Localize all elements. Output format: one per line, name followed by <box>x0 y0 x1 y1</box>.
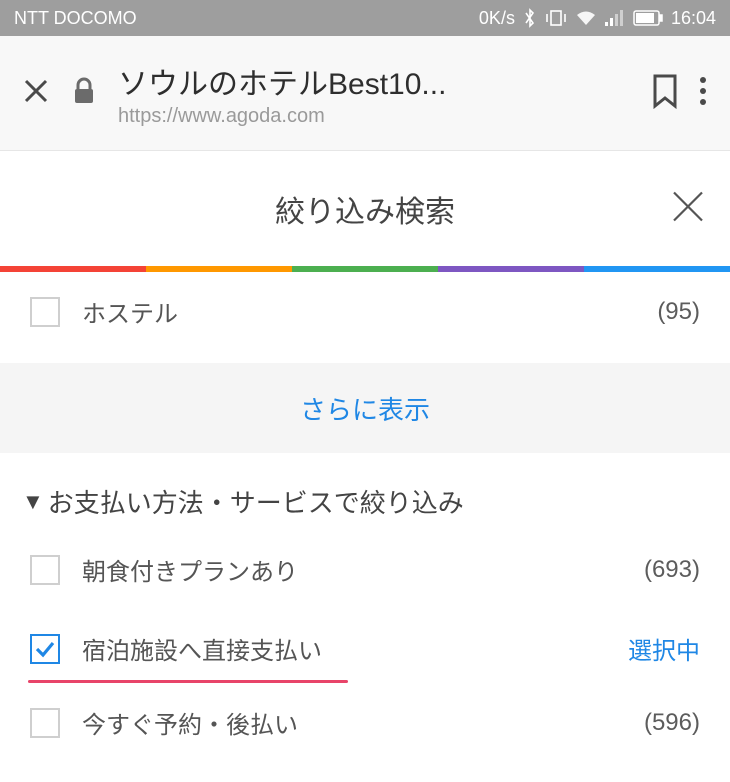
close-filter-button[interactable] <box>668 186 708 231</box>
rainbow-segment <box>584 266 730 272</box>
filter-label: 今すぐ予約・後払い <box>82 705 622 740</box>
android-status-bar: NTT DOCOMO 0K/s <box>0 0 730 36</box>
close-tab-button[interactable] <box>22 77 50 110</box>
filter-title: 絞り込み検索 <box>275 187 455 231</box>
page-title-text: ソウルのホテルBest10... <box>118 59 628 103</box>
rainbow-divider <box>0 266 730 272</box>
rainbow-segment <box>0 266 146 272</box>
filter-count: (596) <box>644 709 700 737</box>
filter-count: (95) <box>657 298 700 326</box>
rainbow-segment <box>292 266 438 272</box>
rainbow-segment <box>146 266 292 272</box>
filter-label: 宿泊施設へ直接支払い <box>82 631 606 666</box>
rainbow-segment <box>438 266 584 272</box>
checkbox-unchecked[interactable] <box>30 555 60 585</box>
selected-badge: 選択中 <box>628 631 700 666</box>
filter-label: ホステル <box>82 294 635 329</box>
filter-header: 絞り込み検索 <box>0 151 730 266</box>
checkbox-unchecked[interactable] <box>30 297 60 327</box>
section-header-payment[interactable]: ▼ お支払い方法・サービスで絞り込み <box>0 453 730 530</box>
bookmark-button[interactable] <box>650 73 680 114</box>
data-speed: 0K/s <box>479 8 515 29</box>
checkbox-unchecked[interactable] <box>30 708 60 738</box>
checkbox-checked[interactable] <box>30 634 60 664</box>
battery-icon <box>633 10 663 26</box>
filter-label: 朝食付きプランあり <box>82 552 622 587</box>
menu-button[interactable] <box>698 73 708 114</box>
page-url-text: https://www.agoda.com <box>118 105 628 128</box>
browser-toolbar: ソウルのホテルBest10... https://www.agoda.com <box>0 36 730 151</box>
show-more-button[interactable]: さらに表示 <box>0 363 730 453</box>
filter-item-hostel[interactable]: ホステル (95) <box>0 272 730 351</box>
section-title: お支払い方法・サービスで絞り込み <box>48 483 464 520</box>
filter-count: (693) <box>644 556 700 584</box>
clock-label: 16:04 <box>671 8 716 29</box>
vibrate-icon <box>545 9 567 27</box>
show-more-label: さらに表示 <box>300 390 430 427</box>
bluetooth-icon <box>523 8 537 28</box>
carrier-label: NTT DOCOMO <box>14 8 137 29</box>
filter-item-breakfast[interactable]: 朝食付きプランあり (693) <box>0 530 730 609</box>
filter-item-direct-pay[interactable]: 宿泊施設へ直接支払い 選択中 <box>0 609 730 680</box>
lock-icon <box>72 77 96 110</box>
chevron-down-icon: ▼ <box>22 489 44 515</box>
signal-icon <box>605 10 625 26</box>
filter-item-book-now-pay-later[interactable]: 今すぐ予約・後払い (596) <box>0 683 730 762</box>
wifi-icon <box>575 9 597 27</box>
